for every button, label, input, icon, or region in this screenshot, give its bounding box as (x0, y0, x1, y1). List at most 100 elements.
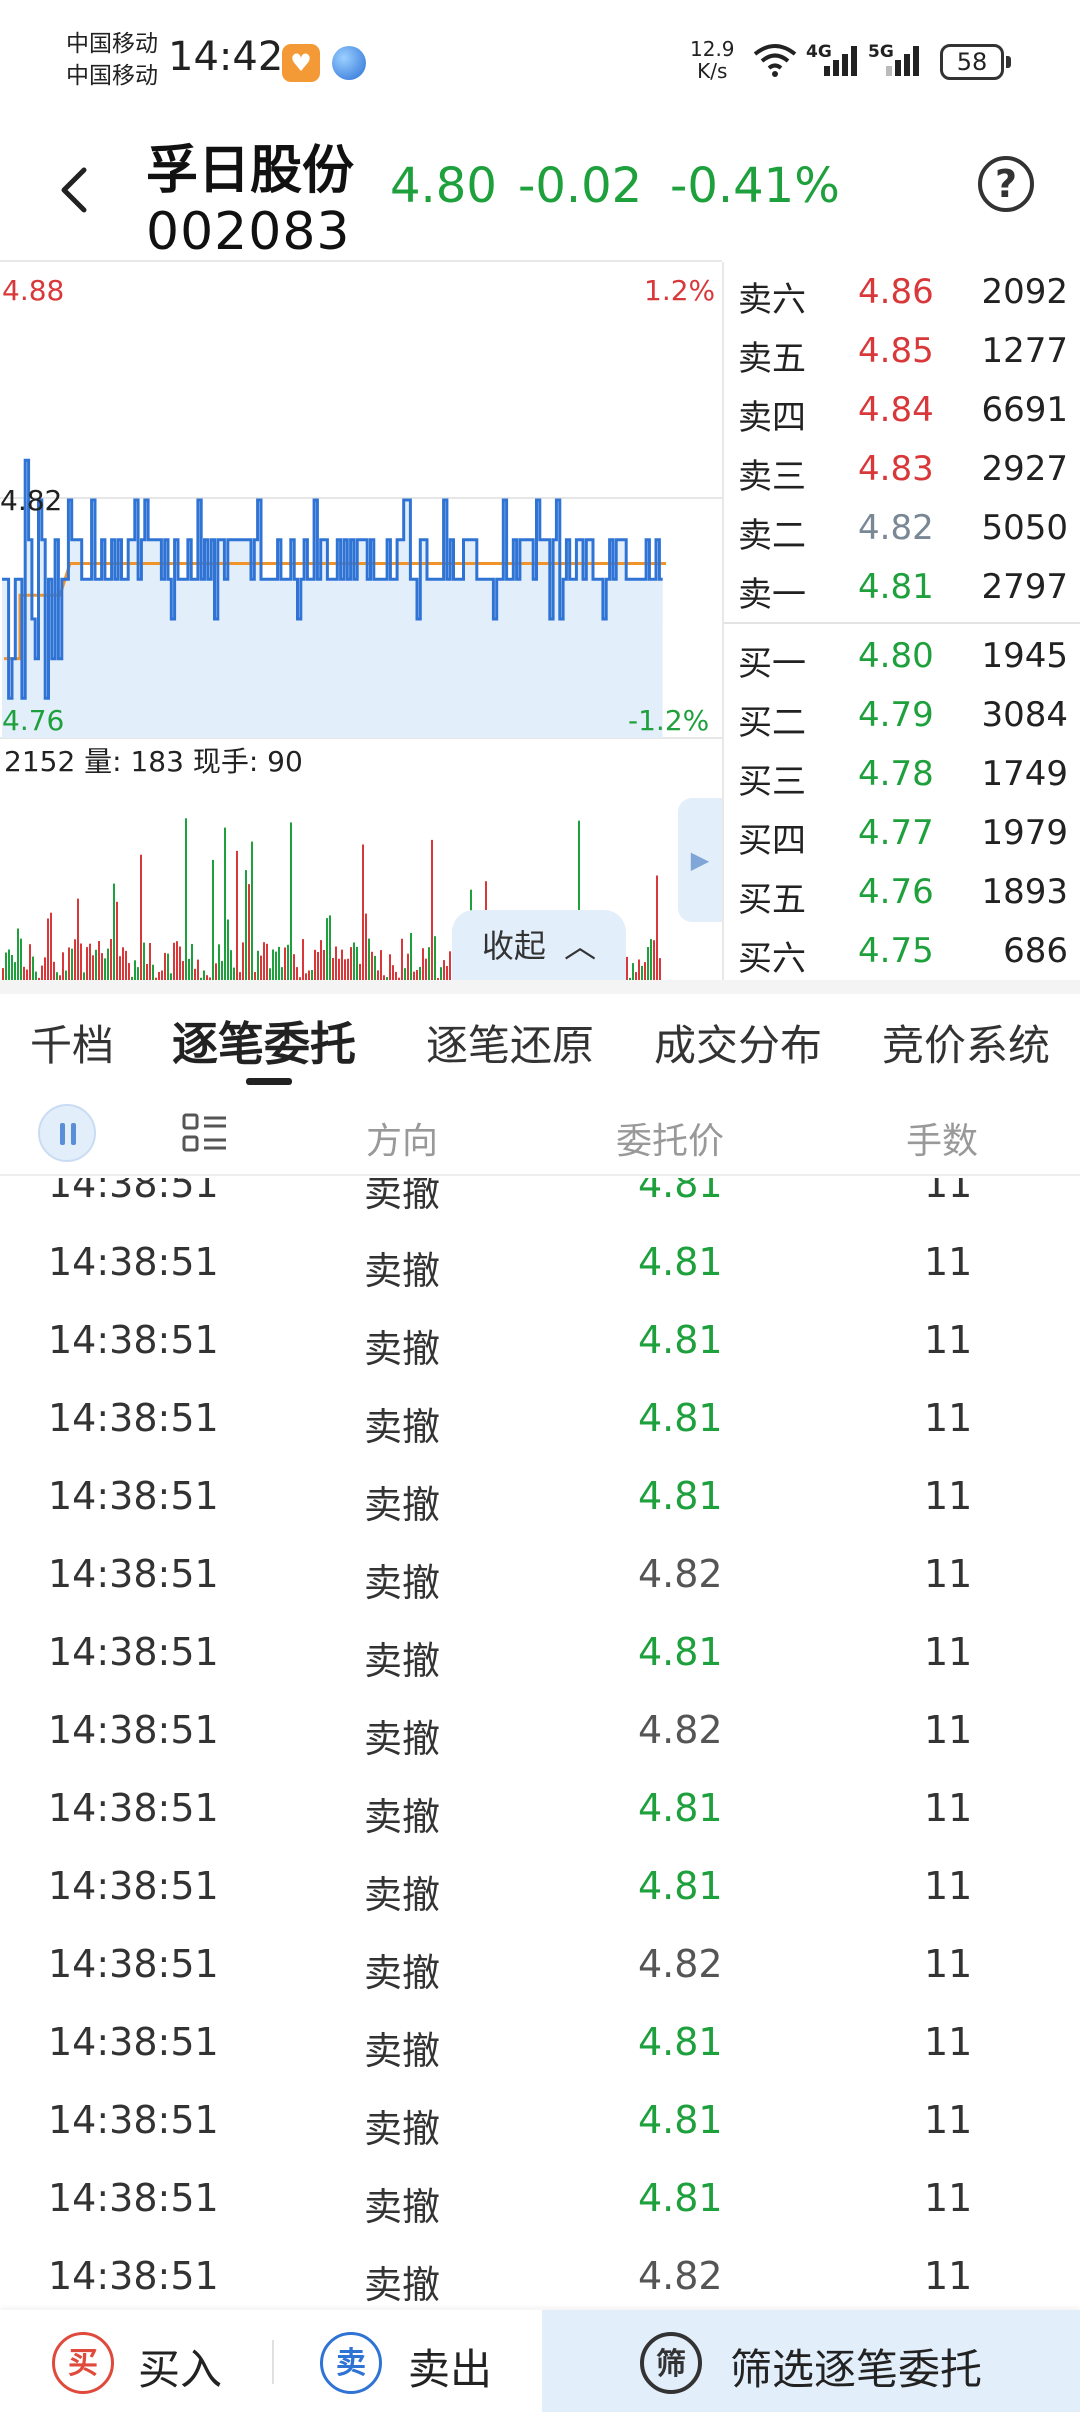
bid-row[interactable]: 买四 4.77 1979 (724, 803, 1080, 862)
ask-row[interactable]: 卖六 4.86 2092 (724, 262, 1080, 321)
order-price: 4.82 (638, 1942, 723, 1986)
volume-bar (101, 953, 103, 980)
order-price: 4.81 (638, 2176, 723, 2220)
collapse-button[interactable]: 收起 ︿ (452, 910, 626, 982)
filter-icon: 筛 (640, 2332, 702, 2394)
order-direction: 卖撤 (364, 1561, 441, 1605)
volume-bar (308, 970, 310, 980)
net-speed-value: 12.9 (690, 37, 735, 61)
volume-bar (116, 901, 118, 980)
volume-bar (134, 960, 136, 980)
volume-bar (653, 940, 655, 980)
browser-notification-icon (332, 46, 366, 80)
order-row[interactable]: 14:38:51 卖撤 4.81 11 (0, 1768, 1080, 1846)
volume-bar (326, 918, 328, 980)
tab-auction-system[interactable]: 竞价系统 (882, 1012, 1050, 1073)
volume-bar (626, 956, 628, 980)
volume-bar (392, 965, 394, 980)
order-row[interactable]: 14:38:51 卖撤 4.81 11 (0, 2002, 1080, 2080)
order-direction: 卖撤 (364, 1717, 441, 1761)
order-time: 14:38:51 (48, 1396, 219, 1440)
order-row[interactable]: 14:38:51 卖撤 4.82 11 (0, 1690, 1080, 1768)
bid-row[interactable]: 买二 4.79 3084 (724, 685, 1080, 744)
order-time: 14:38:51 (48, 1318, 219, 1362)
volume-bar (416, 970, 418, 980)
order-direction: 卖撤 (364, 1795, 441, 1839)
order-time: 14:38:51 (48, 1708, 219, 1752)
level-volume: 1893 (981, 871, 1068, 912)
level-volume: 686 (1003, 930, 1068, 971)
expand-side-icon[interactable]: ▶ (678, 798, 722, 922)
volume-bar (221, 960, 223, 980)
order-lots: 11 (924, 2098, 973, 2142)
volume-bar (50, 912, 52, 980)
order-direction: 卖撤 (364, 1405, 441, 1449)
order-row[interactable]: 14:38:51 卖撤 4.81 11 (0, 1222, 1080, 1300)
volume-bar (401, 938, 403, 980)
order-row[interactable]: 14:38:51 卖撤 4.81 11 (0, 1300, 1080, 1378)
bid-row[interactable]: 买六 4.75 686 (724, 921, 1080, 980)
bid-row[interactable]: 买五 4.76 1893 (724, 862, 1080, 921)
back-arrow-icon[interactable] (50, 160, 100, 220)
signal-5g-icon: 5G (868, 42, 926, 82)
tab-order-by-order[interactable]: 逐笔委托 (172, 1008, 356, 1074)
order-row[interactable]: 14:38:51 卖撤 4.81 11 (0, 1456, 1080, 1534)
help-icon[interactable]: ? (978, 156, 1034, 212)
order-price: 4.81 (638, 1864, 723, 1908)
tab-order-restore[interactable]: 逐笔还原 (426, 1012, 594, 1073)
order-time: 14:38:51 (48, 1864, 219, 1908)
filter-label: 筛选逐笔委托 (730, 2345, 983, 2394)
order-lots: 11 (924, 1552, 973, 1596)
order-direction: 卖撤 (364, 1483, 441, 1527)
order-book: 卖六 4.86 2092 卖五 4.85 1277 卖四 4.84 6691 卖三 4.83 2927… (722, 262, 1080, 980)
volume-bar (446, 966, 448, 980)
sell-icon: 卖 (320, 2332, 382, 2394)
order-lots: 11 (924, 1396, 973, 1440)
ask-row[interactable]: 卖四 4.84 6691 (724, 380, 1080, 439)
volume-bar (83, 972, 85, 980)
volume-bar (440, 967, 442, 980)
order-row[interactable]: 14:38:51 卖撤 4.81 11 (0, 1178, 1080, 1222)
order-price: 4.82 (638, 1708, 723, 1752)
ask-row[interactable]: 卖五 4.85 1277 (724, 321, 1080, 380)
ask-row[interactable]: 卖一 4.81 2797 (724, 557, 1080, 616)
volume-bar (203, 970, 205, 980)
pct-high-label: 1.2% (644, 274, 716, 307)
ask-row[interactable]: 卖三 4.83 2927 (724, 439, 1080, 498)
tab-thousand-levels[interactable]: 千档 (30, 1012, 114, 1073)
pause-icon[interactable] (38, 1104, 96, 1162)
buy-button[interactable]: 买 买入 (0, 2310, 272, 2412)
volume-bar (65, 970, 67, 980)
volume-bar (395, 971, 397, 980)
order-row[interactable]: 14:38:51 卖撤 4.81 11 (0, 1612, 1080, 1690)
volume-bar (95, 949, 97, 980)
volume-bar (263, 942, 265, 980)
volume-bar (119, 956, 121, 980)
intraday-chart[interactable]: 4.88 4.82 4.76 1.2% -1.2% 2152 量: 183 现手… (0, 260, 722, 982)
ask-row[interactable]: 卖二 4.82 5050 (724, 498, 1080, 557)
order-time: 14:38:51 (48, 2098, 219, 2142)
col-lots: 手数 (906, 1121, 979, 1162)
order-row[interactable]: 14:38:51 卖撤 4.82 11 (0, 1534, 1080, 1612)
order-row[interactable]: 14:38:51 卖撤 4.81 11 (0, 1846, 1080, 1924)
order-row[interactable]: 14:38:51 卖撤 4.82 11 (0, 1924, 1080, 2002)
order-list[interactable]: 14:38:51 卖撤 4.81 11 14:38:51 卖撤 4.81 11 14:38:51… (0, 1178, 1080, 2310)
order-row[interactable]: 14:38:51 卖撤 4.81 11 (0, 2080, 1080, 2158)
volume-bar (113, 883, 115, 980)
volume-bar (14, 962, 16, 980)
list-view-icon[interactable] (182, 1112, 228, 1154)
bid-row[interactable]: 买一 4.80 1945 (724, 626, 1080, 685)
chart-canvas (0, 262, 722, 980)
filter-orders-button[interactable]: 筛 筛选逐笔委托 (542, 2310, 1080, 2412)
tab-trade-distribution[interactable]: 成交分布 (654, 1012, 822, 1073)
level-label: 卖四 (738, 397, 806, 438)
order-row[interactable]: 14:38:51 卖撤 4.82 11 (0, 2236, 1080, 2310)
level-volume: 6691 (981, 389, 1068, 430)
volume-bar (149, 943, 151, 980)
level-price: 4.86 (858, 272, 934, 312)
level-volume: 1277 (981, 330, 1068, 371)
order-row[interactable]: 14:38:51 卖撤 4.81 11 (0, 1378, 1080, 1456)
order-row[interactable]: 14:38:51 卖撤 4.81 11 (0, 2158, 1080, 2236)
sell-button[interactable]: 卖 卖出 (274, 2310, 542, 2412)
bid-row[interactable]: 买三 4.78 1749 (724, 744, 1080, 803)
